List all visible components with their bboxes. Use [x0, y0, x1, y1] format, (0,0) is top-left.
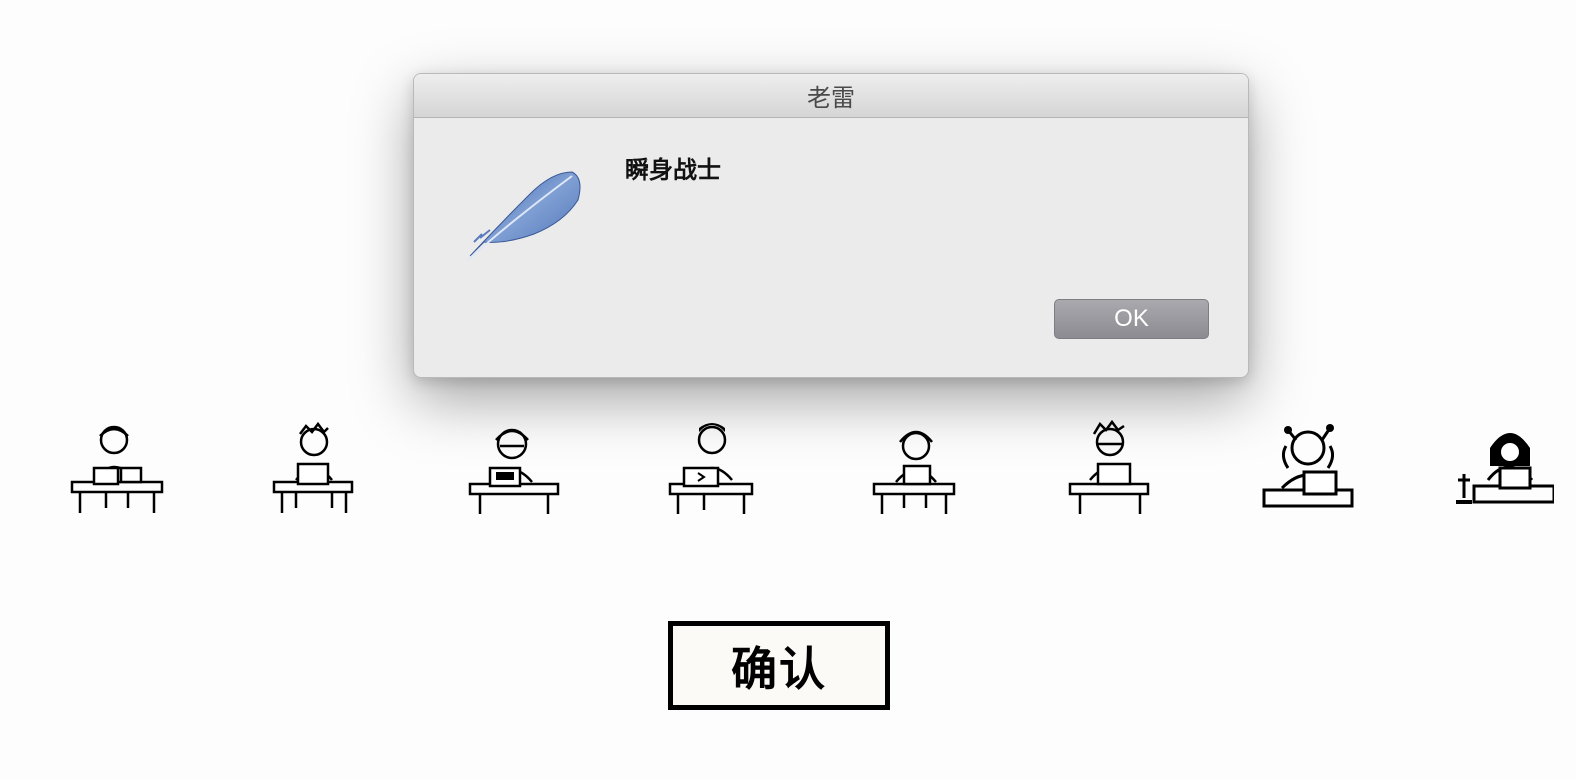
- character-5-sprite: [872, 430, 956, 514]
- character-8-sprite: [1456, 433, 1554, 504]
- alert-dialog: 老雷 瞬身战士 OK: [413, 73, 1249, 378]
- character-3-sprite: [468, 428, 560, 514]
- app-canvas: 确认 老雷 瞬身战士 OK: [0, 0, 1576, 780]
- pixel-character-1[interactable]: [66, 418, 166, 518]
- character-7-sprite: [1262, 424, 1354, 508]
- pixel-character-4[interactable]: [664, 418, 764, 518]
- character-2-sprite: [272, 421, 354, 513]
- pixel-character-8[interactable]: [1454, 418, 1554, 518]
- pixel-character-5[interactable]: [868, 418, 968, 518]
- dialog-title: 老雷: [807, 84, 855, 112]
- confirm-button[interactable]: 确认: [668, 621, 890, 710]
- character-4-sprite: [668, 423, 754, 514]
- pixel-character-6[interactable]: [1064, 418, 1164, 518]
- character-6-sprite: [1068, 419, 1150, 514]
- dialog-titlebar[interactable]: 老雷: [414, 74, 1248, 118]
- ok-button[interactable]: OK: [1054, 299, 1209, 339]
- pixel-character-2[interactable]: [268, 418, 368, 518]
- pixel-character-7[interactable]: [1260, 418, 1360, 518]
- pixel-character-3[interactable]: [464, 418, 564, 518]
- character-1-sprite: [70, 425, 164, 513]
- dialog-message: 瞬身战士: [625, 156, 721, 184]
- feather-icon: [460, 164, 592, 264]
